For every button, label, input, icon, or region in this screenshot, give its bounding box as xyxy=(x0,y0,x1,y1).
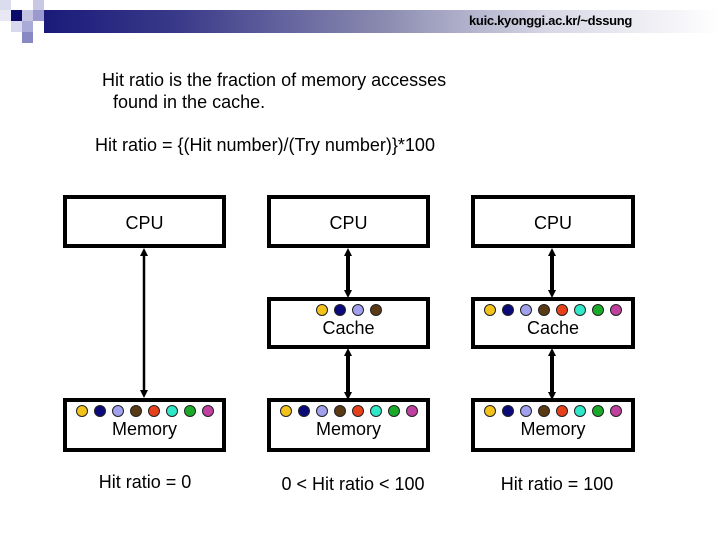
caption-hit-ratio-full: Hit ratio = 100 xyxy=(500,474,614,494)
memory-box-full-cache: Memory xyxy=(471,398,635,452)
data-dot-periwinkle xyxy=(111,405,124,417)
data-dot-navy xyxy=(502,304,514,316)
data-dot-green xyxy=(592,405,604,417)
cache-box-full: Cache xyxy=(471,297,635,349)
data-dot-yellow xyxy=(484,304,496,316)
data-dot-brown xyxy=(538,405,550,417)
cpu-box-full-cache: CPU xyxy=(471,195,635,248)
cache-label: Cache xyxy=(526,318,580,338)
cpu-box-partial-cache: CPU xyxy=(267,195,430,248)
data-dot-turquoise xyxy=(574,405,586,417)
memory-label: Memory xyxy=(520,419,586,439)
data-dot-periwinkle xyxy=(315,405,328,417)
data-dot-brown xyxy=(129,405,142,417)
data-dot-periwinkle xyxy=(520,304,532,316)
memory-box-partial-cache: Memory xyxy=(267,398,430,452)
data-dot-red xyxy=(556,304,568,316)
data-dot-magenta xyxy=(610,304,622,316)
data-dot-navy xyxy=(297,405,310,417)
caption-hit-ratio-partial: 0 < Hit ratio < 100 xyxy=(281,474,425,494)
connection-arrows xyxy=(140,248,556,400)
data-dot-yellow xyxy=(75,405,88,417)
data-dot-magenta xyxy=(610,405,622,417)
data-dot-red xyxy=(556,405,568,417)
data-dot-brown xyxy=(333,405,346,417)
cpu-label: CPU xyxy=(533,213,572,233)
data-dot-turquoise xyxy=(165,405,178,417)
cache-data-dots xyxy=(271,304,426,316)
data-dot-brown xyxy=(369,304,382,316)
data-dot-red xyxy=(351,405,364,417)
cpu-label: CPU xyxy=(125,213,164,233)
cpu-box-no-cache: CPU xyxy=(63,195,226,248)
data-dot-yellow xyxy=(315,304,328,316)
cache-label: Cache xyxy=(322,318,375,338)
data-dot-navy xyxy=(93,405,106,417)
data-dot-periwinkle xyxy=(520,405,532,417)
memory-data-dots xyxy=(271,405,426,417)
memory-data-dots xyxy=(475,405,631,417)
data-dot-green xyxy=(183,405,196,417)
memory-data-dots xyxy=(67,405,222,417)
memory-label: Memory xyxy=(111,419,177,439)
data-dot-navy xyxy=(333,304,346,316)
data-dot-periwinkle xyxy=(351,304,364,316)
caption-hit-ratio-zero: Hit ratio = 0 xyxy=(98,472,192,492)
data-dot-magenta xyxy=(201,405,214,417)
data-dot-magenta xyxy=(405,405,418,417)
data-dot-turquoise xyxy=(369,405,382,417)
memory-label: Memory xyxy=(315,419,381,439)
cpu-label: CPU xyxy=(329,213,368,233)
data-dot-turquoise xyxy=(574,304,586,316)
data-dot-yellow xyxy=(279,405,292,417)
cache-box-partial: Cache xyxy=(267,297,430,349)
data-dot-red xyxy=(147,405,160,417)
data-dot-yellow xyxy=(484,405,496,417)
memory-box-no-cache: Memory xyxy=(63,398,226,452)
data-dot-navy xyxy=(502,405,514,417)
data-dot-green xyxy=(592,304,604,316)
data-dot-brown xyxy=(538,304,550,316)
data-dot-green xyxy=(387,405,400,417)
cache-data-dots xyxy=(475,304,631,316)
